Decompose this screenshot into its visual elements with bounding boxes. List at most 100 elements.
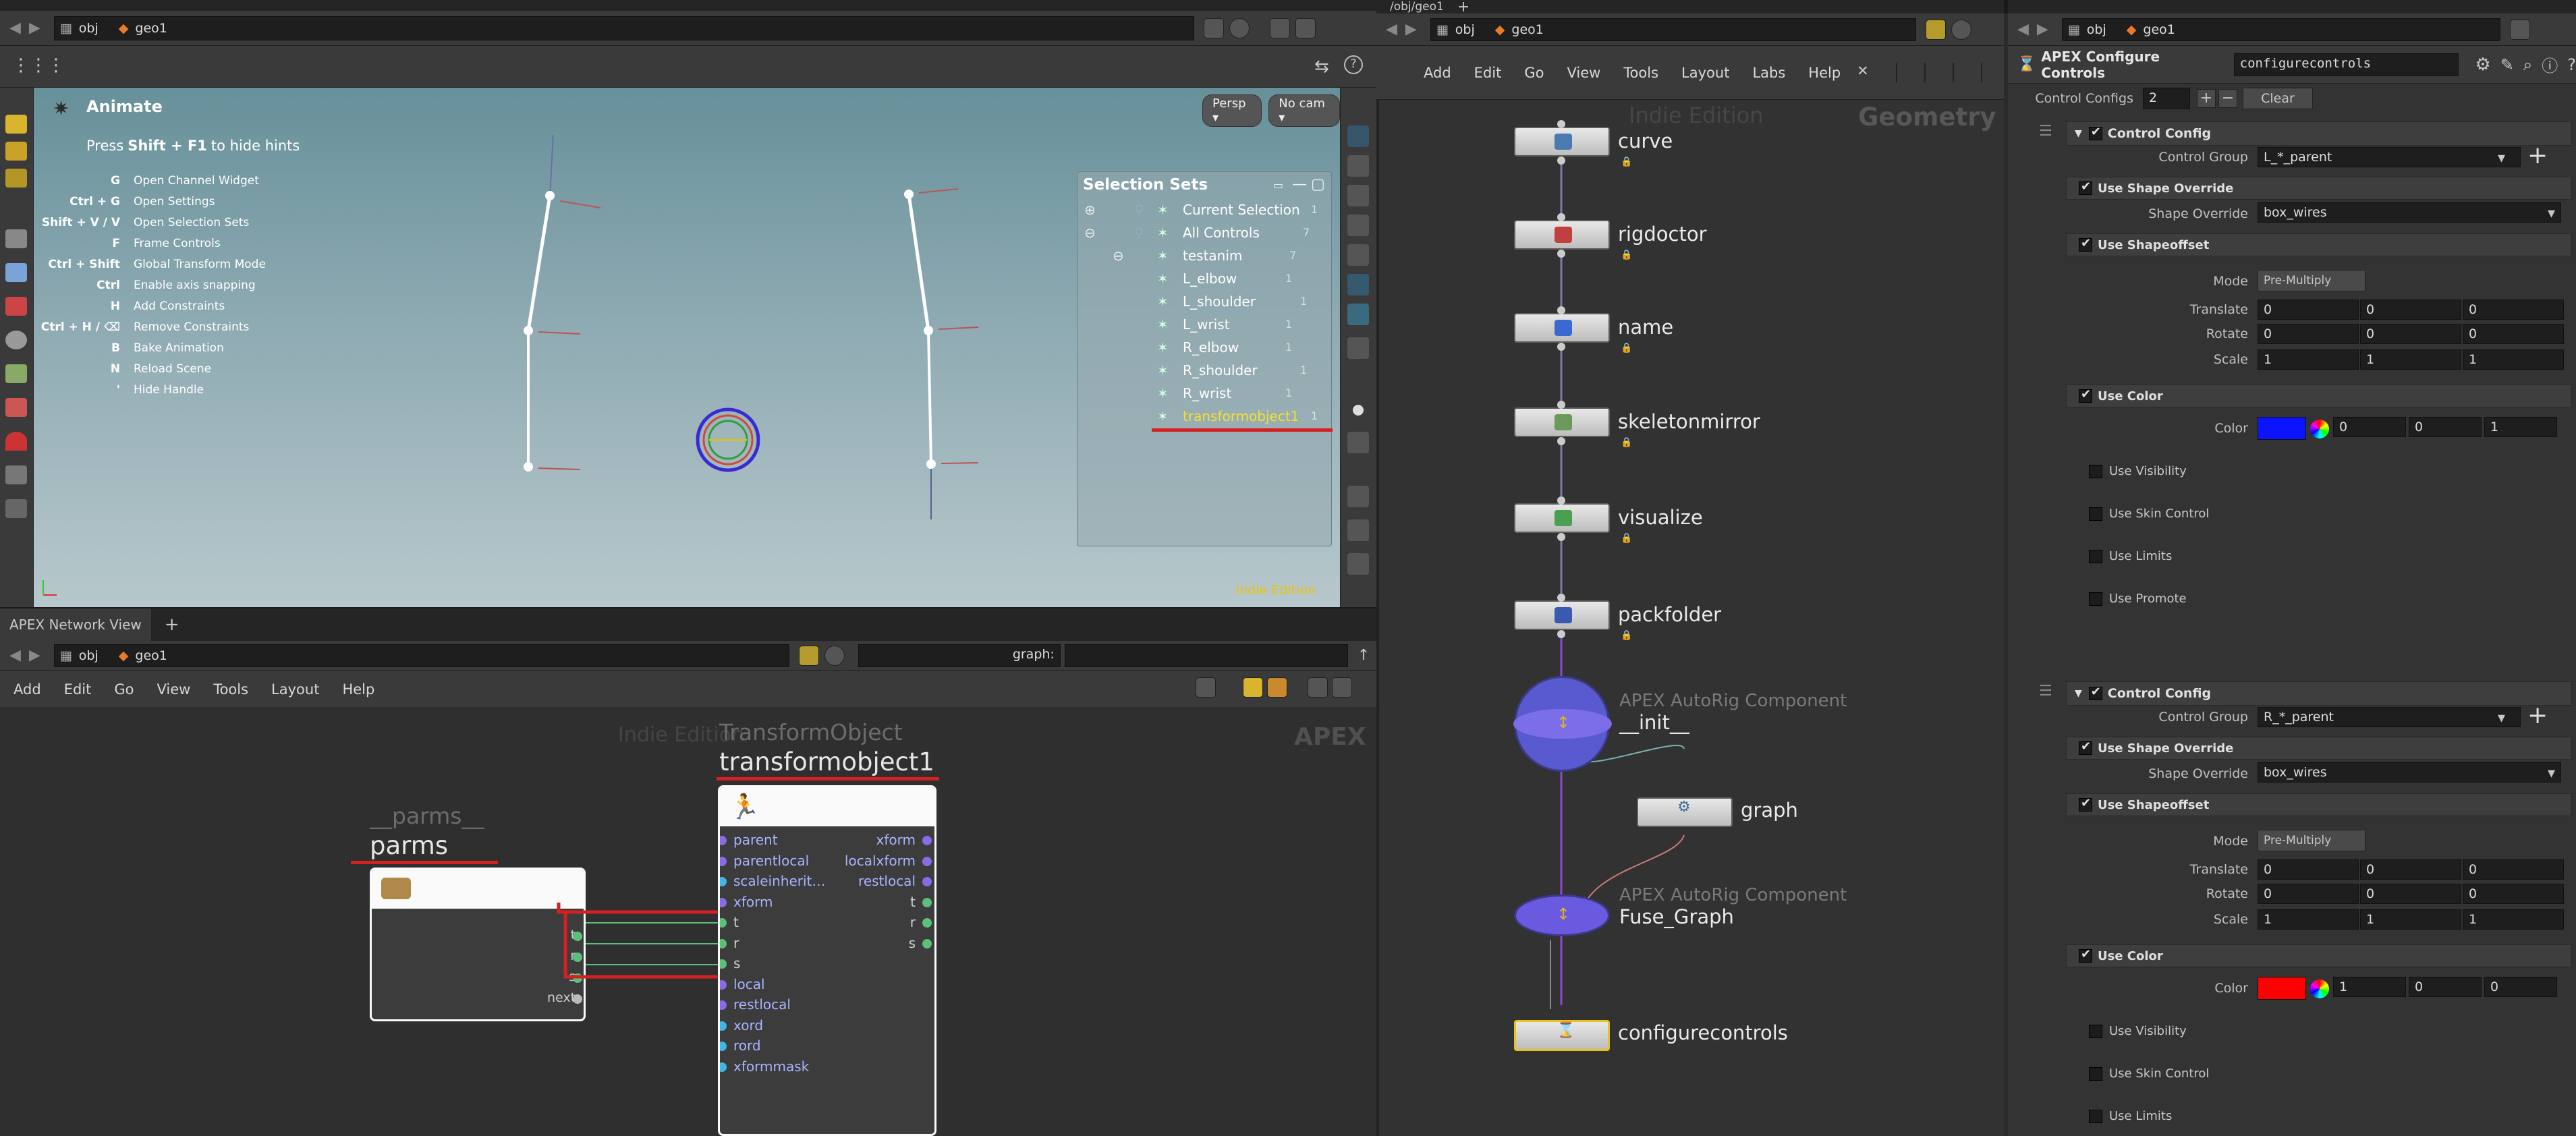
params-pin-icon[interactable] xyxy=(2509,19,2530,40)
toggle-checkbox[interactable] xyxy=(2089,507,2102,521)
apex-menu-go[interactable]: Go xyxy=(114,681,134,698)
params-back-icon[interactable]: ◀ xyxy=(2017,21,2029,38)
display-ghost-icon[interactable] xyxy=(1347,304,1369,325)
pose-tool-icon[interactable] xyxy=(5,331,27,349)
translate-field-0[interactable]: 0 xyxy=(2258,859,2359,880)
set-visibility-icon[interactable]: ✶ xyxy=(1157,248,1169,264)
group-dropdown-icon[interactable]: ▾ xyxy=(2498,710,2505,727)
enable-config-checkbox[interactable] xyxy=(2088,125,2102,140)
xform-node-name[interactable]: transformobject1 xyxy=(719,747,934,776)
autorig-fuse-name[interactable]: Fuse_Graph xyxy=(1619,905,1734,928)
params-search-icon[interactable]: ⌕ xyxy=(2523,55,2532,74)
left-shoulder-joint[interactable] xyxy=(545,191,555,200)
display-point-icon[interactable] xyxy=(1353,405,1364,416)
node-input-dot[interactable] xyxy=(1557,213,1565,221)
node-lock-icon[interactable]: 🔒 xyxy=(1621,533,1632,544)
network-path-field[interactable]: ▦ obj ◆ geo1 xyxy=(1430,18,1916,41)
xform-input-dot[interactable] xyxy=(720,918,727,928)
node-output-dot[interactable] xyxy=(1557,533,1565,541)
left-upper-bone[interactable] xyxy=(526,195,552,331)
add-group-icon[interactable]: + xyxy=(2527,142,2548,169)
node-input-dot[interactable] xyxy=(1557,594,1565,602)
xform-output-port[interactable]: s xyxy=(800,934,934,954)
name-node[interactable] xyxy=(1514,313,1610,343)
set-visibility-icon[interactable]: ✶ xyxy=(1157,408,1169,424)
rigdoctor-node-name[interactable]: rigdoctor xyxy=(1618,223,1707,246)
display-numbers-icon[interactable] xyxy=(1347,486,1369,507)
apex-menu-layout[interactable]: Layout xyxy=(271,681,319,698)
toolbar-settings-icon[interactable]: ⇆ xyxy=(1314,57,1329,77)
xform-node[interactable]: 🏃 parent parentlocal scaleinherit… xform t r s… xyxy=(718,785,936,1136)
drag-handle-icon[interactable]: ☰ xyxy=(2039,683,2052,700)
use-shape-override-checkbox[interactable] xyxy=(2079,179,2092,195)
xform-input-port[interactable]: s xyxy=(720,954,855,974)
scale-field-0[interactable]: 1 xyxy=(2258,909,2359,930)
character-tool-icon[interactable] xyxy=(5,364,27,383)
right-elbow-joint[interactable] xyxy=(924,326,933,335)
add-config-button[interactable]: + xyxy=(2197,89,2216,108)
display-bone-icon[interactable] xyxy=(1347,519,1369,541)
toggle-checkbox[interactable] xyxy=(2089,1067,2102,1081)
selection-sets-pin-icon[interactable]: ▭ xyxy=(1273,179,1283,192)
apex-note-icon[interactable] xyxy=(1243,677,1263,698)
use-shape-override[interactable]: Use Shape Override xyxy=(2066,737,2572,760)
node-lock-icon[interactable]: 🔒 xyxy=(1621,437,1632,448)
network-path-geo[interactable]: geo1 xyxy=(1511,22,1543,37)
shape-override-field[interactable]: box_wires xyxy=(2258,762,2561,783)
rotate-field-1[interactable]: 0 xyxy=(2360,884,2461,904)
set-pin-icon[interactable]: ⚲ xyxy=(1134,225,1144,241)
network-menu-layout[interactable]: Layout xyxy=(1681,65,1729,81)
enable-config-checkbox[interactable] xyxy=(2088,685,2102,700)
color-wheel-icon[interactable] xyxy=(2310,979,2329,998)
xform-output-port[interactable]: t xyxy=(800,892,934,913)
params-path-obj[interactable]: obj xyxy=(2087,22,2106,37)
scale-field-0[interactable]: 1 xyxy=(2258,349,2359,370)
params-help-icon[interactable]: ? xyxy=(2567,55,2576,74)
apex-box-icon[interactable] xyxy=(1267,677,1287,698)
paint-tool-icon[interactable] xyxy=(5,499,27,518)
skeletonmirror-node[interactable] xyxy=(1514,407,1610,437)
apex-pin-icon[interactable] xyxy=(798,645,819,666)
clear-button[interactable]: Clear xyxy=(2243,88,2313,109)
network-menu-tools[interactable]: Tools xyxy=(1623,65,1658,81)
color-field-0[interactable]: 1 xyxy=(2333,977,2406,997)
use-color[interactable]: Use Color xyxy=(2066,944,2572,967)
magnet-tool-icon[interactable] xyxy=(5,432,27,451)
drag-handle-icon[interactable]: ☰ xyxy=(2039,123,2052,140)
set-pin-icon[interactable]: ⚲ xyxy=(1134,202,1144,218)
xform-input-port[interactable]: local xyxy=(720,975,855,995)
scale-field-2[interactable]: 1 xyxy=(2463,349,2564,370)
configure-node[interactable]: ⌛ xyxy=(1514,1020,1610,1051)
xform-input-dot[interactable] xyxy=(720,1042,727,1051)
translate-field-1[interactable]: 0 xyxy=(2360,859,2461,880)
graph-node[interactable]: ⚙ xyxy=(1637,797,1733,827)
xform-output-port[interactable]: restlocal xyxy=(800,872,934,892)
node-lock-icon[interactable]: 🔒 xyxy=(1621,630,1632,641)
curve-node-name[interactable]: curve xyxy=(1618,130,1673,152)
set-visibility-icon[interactable]: ✶ xyxy=(1157,339,1169,356)
right-upper-bone[interactable] xyxy=(907,194,930,331)
shape-dropdown-icon[interactable]: ▾ xyxy=(2548,765,2555,782)
graph-field[interactable] xyxy=(1064,644,1348,667)
selection-sets-close-icon[interactable]: ▢ xyxy=(1311,176,1325,193)
add-tab-button[interactable]: + xyxy=(165,615,179,635)
params-info-icon[interactable]: ⓘ xyxy=(2542,53,2558,76)
lock-tool-icon[interactable] xyxy=(5,263,27,282)
params-gear-icon[interactable]: ⚙ xyxy=(2475,55,2490,75)
packfolder-node[interactable] xyxy=(1514,600,1610,630)
graph-node-name[interactable]: graph xyxy=(1741,799,1798,822)
move-tool-icon[interactable] xyxy=(5,142,27,161)
set-visibility-icon[interactable]: ✶ xyxy=(1157,271,1169,287)
selection-set-item[interactable]: ✶ L_shoulder 1 xyxy=(1077,293,1333,315)
xform-input-dot[interactable] xyxy=(720,938,727,948)
network-tab[interactable]: /obj/geo1 xyxy=(1390,0,1444,13)
display-options-icon[interactable] xyxy=(1269,18,1290,38)
rotate-field-0[interactable]: 0 xyxy=(2258,324,2359,344)
node-output-dot[interactable] xyxy=(1557,250,1565,258)
curve-node[interactable] xyxy=(1514,127,1610,157)
right-lower-bone[interactable] xyxy=(927,330,932,465)
toggle-checkbox[interactable] xyxy=(2089,1024,2102,1038)
apex-menu-help[interactable]: Help xyxy=(342,681,374,698)
configure-node-name[interactable]: configurecontrols xyxy=(1618,1021,1788,1044)
display-paint-icon[interactable] xyxy=(1347,337,1369,359)
